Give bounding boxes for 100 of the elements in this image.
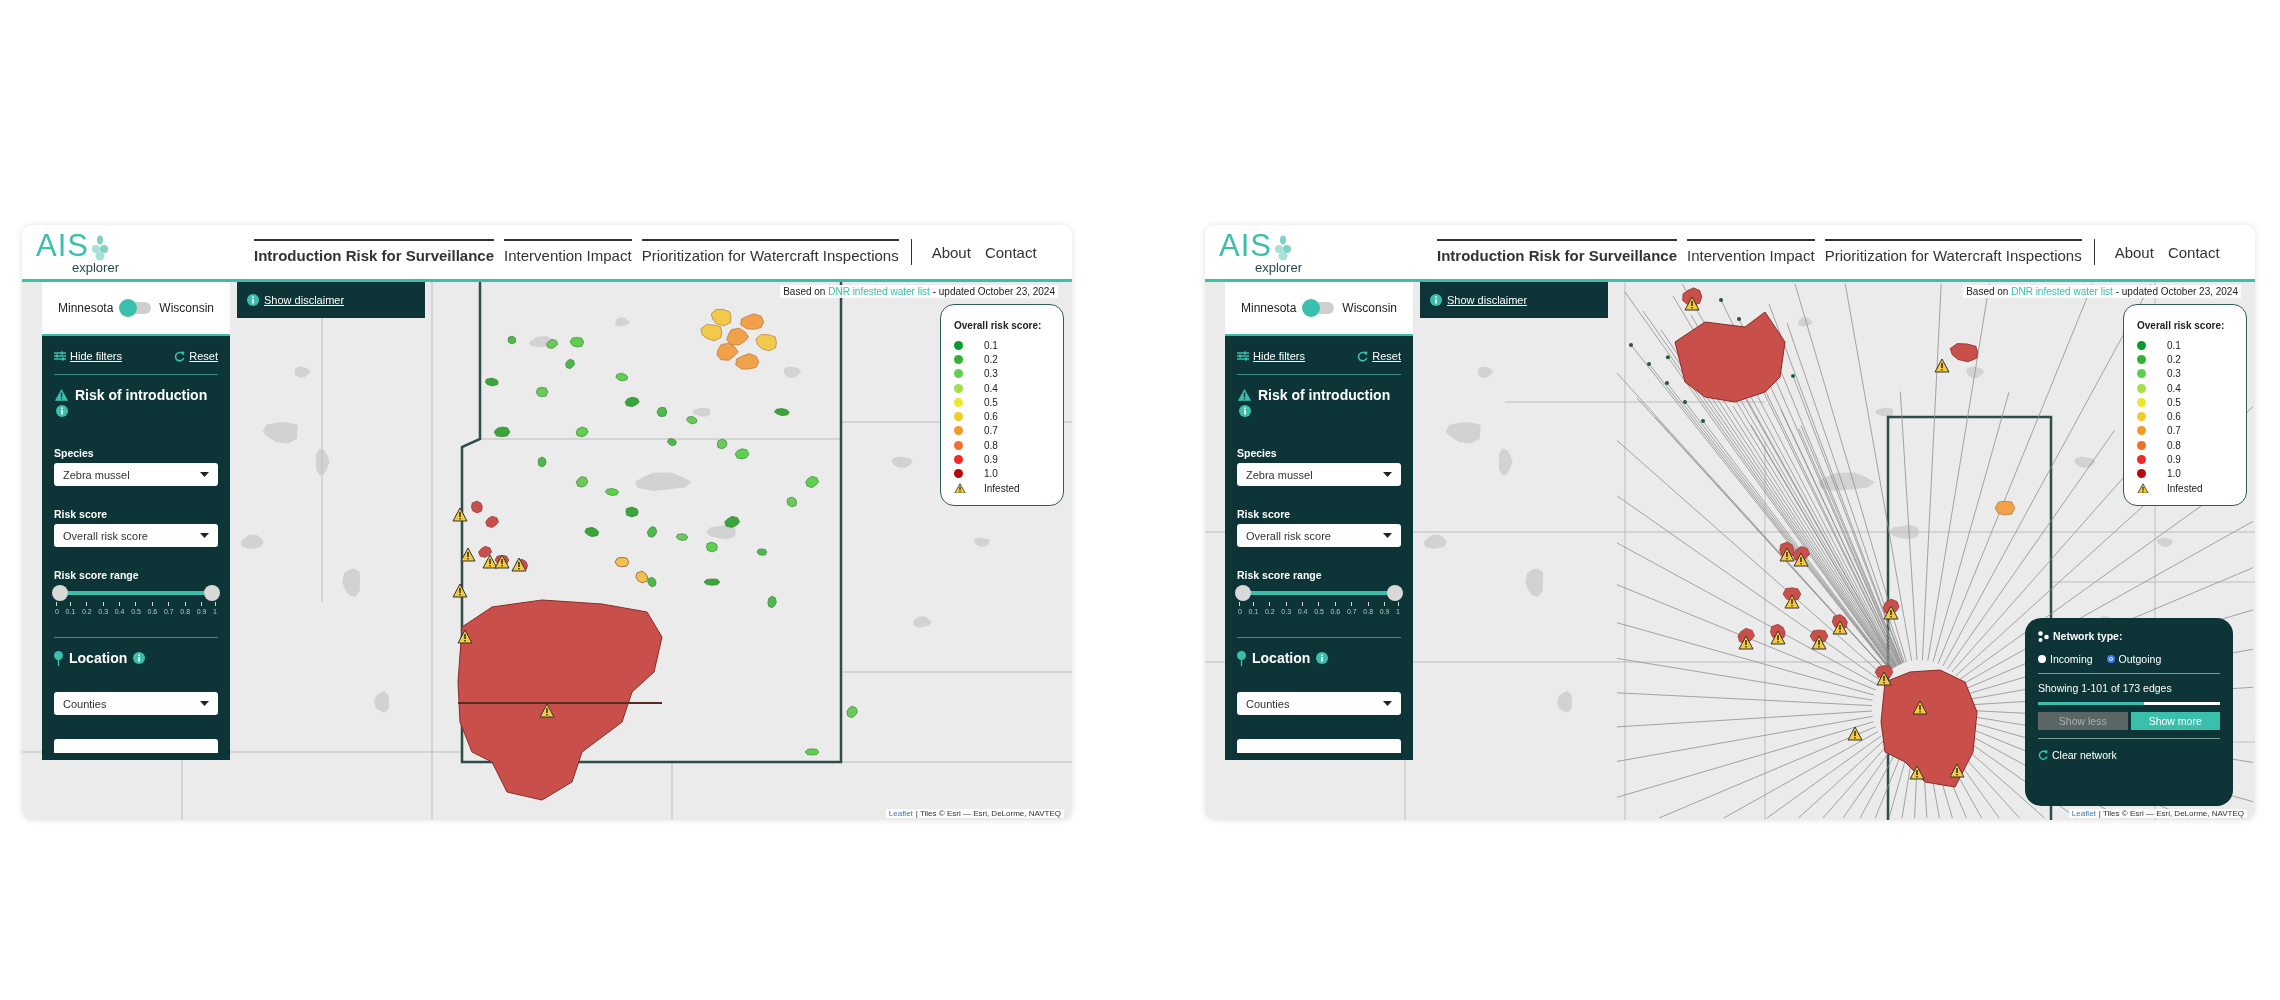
- warning-marker-icon[interactable]: [1793, 552, 1809, 567]
- lake-shape: [1798, 317, 1813, 327]
- refresh-icon: [2038, 750, 2048, 760]
- field-label: Risk score range: [1237, 569, 1323, 581]
- nav-tab[interactable]: Introduction Risk for Surveillance: [254, 238, 495, 266]
- dropdown[interactable]: Zebra mussel: [54, 463, 218, 486]
- warning-marker-icon[interactable]: [539, 703, 555, 718]
- legend-title: Overall risk score:: [954, 319, 1043, 332]
- warning-marker-icon[interactable]: [1811, 635, 1827, 650]
- legend-label: 0.4: [984, 382, 998, 394]
- warning-marker-icon[interactable]: [1832, 620, 1848, 635]
- waterbody-shape: [604, 488, 619, 496]
- attribution-link[interactable]: Leaflet: [888, 809, 913, 818]
- warning-marker-icon[interactable]: [1949, 763, 1965, 778]
- nav-tab[interactable]: Intervention Impact: [1687, 238, 1815, 266]
- radio-button[interactable]: [2038, 655, 2046, 663]
- reset-link[interactable]: Reset: [189, 350, 218, 362]
- warning-marker-icon[interactable]: [1934, 358, 1950, 373]
- warning-marker-icon[interactable]: [1876, 671, 1892, 686]
- legend-label: Infested: [2167, 482, 2203, 494]
- nav-link[interactable]: About: [2114, 243, 2154, 261]
- range-slider[interactable]: [1235, 585, 1403, 601]
- logo-title: AIS: [1219, 230, 1272, 261]
- caret-icon: [1383, 533, 1392, 538]
- waterbody-shape: [635, 571, 648, 584]
- dropdown[interactable]: Overall risk score: [1237, 524, 1401, 547]
- slider-thumb[interactable]: [52, 585, 68, 601]
- slider-thumb[interactable]: [204, 585, 220, 601]
- warning-marker-icon[interactable]: [1912, 700, 1928, 715]
- lake-shape: [783, 366, 802, 378]
- warning-marker-icon[interactable]: [482, 554, 498, 569]
- info-icon: [1316, 652, 1329, 664]
- warning-marker-icon[interactable]: [1738, 635, 1754, 650]
- waterbody-shape: [726, 327, 749, 346]
- dropdown[interactable]: Overall risk score: [54, 524, 218, 547]
- warning-marker-icon[interactable]: [1847, 726, 1863, 741]
- hide-filters-link[interactable]: Hide filters: [1253, 350, 1305, 362]
- reset-link[interactable]: Reset: [1372, 350, 1401, 362]
- radio-button[interactable]: [2106, 655, 2115, 663]
- range-slider[interactable]: [52, 585, 220, 601]
- warning-marker-icon[interactable]: [511, 557, 527, 572]
- dropdown[interactable]: Zebra mussel: [1237, 463, 1401, 486]
- waterbody-shape: [846, 705, 858, 718]
- warning-marker-icon[interactable]: [1684, 296, 1700, 311]
- waterbody-shape: [804, 748, 820, 756]
- caret-icon: [200, 533, 209, 538]
- panel-title: Network type:: [2053, 630, 2123, 642]
- warning-marker-icon[interactable]: [457, 629, 473, 644]
- legend-label: 0.5: [2167, 396, 2181, 408]
- legend-label: 0.8: [2167, 439, 2181, 451]
- waterbody-shape: [700, 324, 723, 341]
- nav-link[interactable]: Contact: [2167, 243, 2220, 261]
- waterbody-shape: [756, 548, 768, 556]
- waterbody-shape: [625, 506, 639, 518]
- waterbody-shape: [507, 335, 517, 345]
- lake-shape: [262, 422, 298, 444]
- warning-marker-icon[interactable]: [452, 507, 468, 522]
- legend-label: 1.0: [2167, 468, 2181, 480]
- waterbody-shape: [767, 595, 777, 609]
- waterbody-shape: [485, 515, 499, 528]
- state-toggle[interactable]: [1304, 302, 1335, 314]
- warning-marker-icon[interactable]: [1779, 547, 1795, 562]
- dropdown[interactable]: Counties: [54, 692, 218, 715]
- state-toggle[interactable]: [121, 302, 152, 314]
- warning-marker-icon[interactable]: [1883, 605, 1899, 620]
- nav-link[interactable]: About: [931, 243, 971, 261]
- hide-filters-link[interactable]: Hide filters: [70, 350, 122, 362]
- attribution-link[interactable]: Leaflet: [2071, 809, 2096, 818]
- lake-shape: [635, 472, 692, 491]
- legend-label: 0.7: [984, 425, 998, 437]
- waterbody-shape: [710, 309, 732, 327]
- slider-thumb[interactable]: [1387, 585, 1403, 601]
- disclaimer-link[interactable]: Show disclaimer: [264, 294, 345, 306]
- warning-marker-icon[interactable]: [494, 554, 510, 569]
- lake-shape: [374, 691, 390, 713]
- clear-network-link[interactable]: Clear network: [2052, 749, 2117, 761]
- legend-label: 0.4: [2167, 382, 2181, 394]
- caret-icon: [1383, 701, 1392, 706]
- nav-tab[interactable]: Prioritization for Watercraft Inspections: [641, 238, 899, 266]
- warning-marker-icon[interactable]: [1909, 765, 1925, 780]
- lake-shape: [1525, 568, 1544, 598]
- waterbody-shape: [667, 438, 677, 447]
- slider-thumb[interactable]: [1235, 585, 1251, 601]
- nav-tab[interactable]: Intervention Impact: [504, 238, 632, 266]
- lake-shape: [2156, 537, 2173, 547]
- waterbody-shape: [565, 358, 575, 369]
- waterbody-shape: [716, 438, 728, 450]
- nav-tab[interactable]: Introduction Risk for Surveillance: [1437, 238, 1678, 266]
- waterbody-shape: [535, 387, 549, 398]
- nav-tab[interactable]: Prioritization for Watercraft Inspections: [1824, 238, 2082, 266]
- waterbody-shape: [1782, 587, 1802, 601]
- warning-marker-icon[interactable]: [1770, 630, 1786, 645]
- warning-marker-icon[interactable]: [452, 583, 468, 598]
- dropdown[interactable]: Counties: [1237, 692, 1401, 715]
- legend-label: 0.1: [2167, 339, 2181, 351]
- warning-marker-icon[interactable]: [460, 547, 476, 562]
- disclaimer-link[interactable]: Show disclaimer: [1447, 294, 1528, 306]
- nav-link[interactable]: Contact: [984, 243, 1037, 261]
- warning-marker-icon[interactable]: [1784, 594, 1800, 609]
- warning-icon: [954, 482, 966, 494]
